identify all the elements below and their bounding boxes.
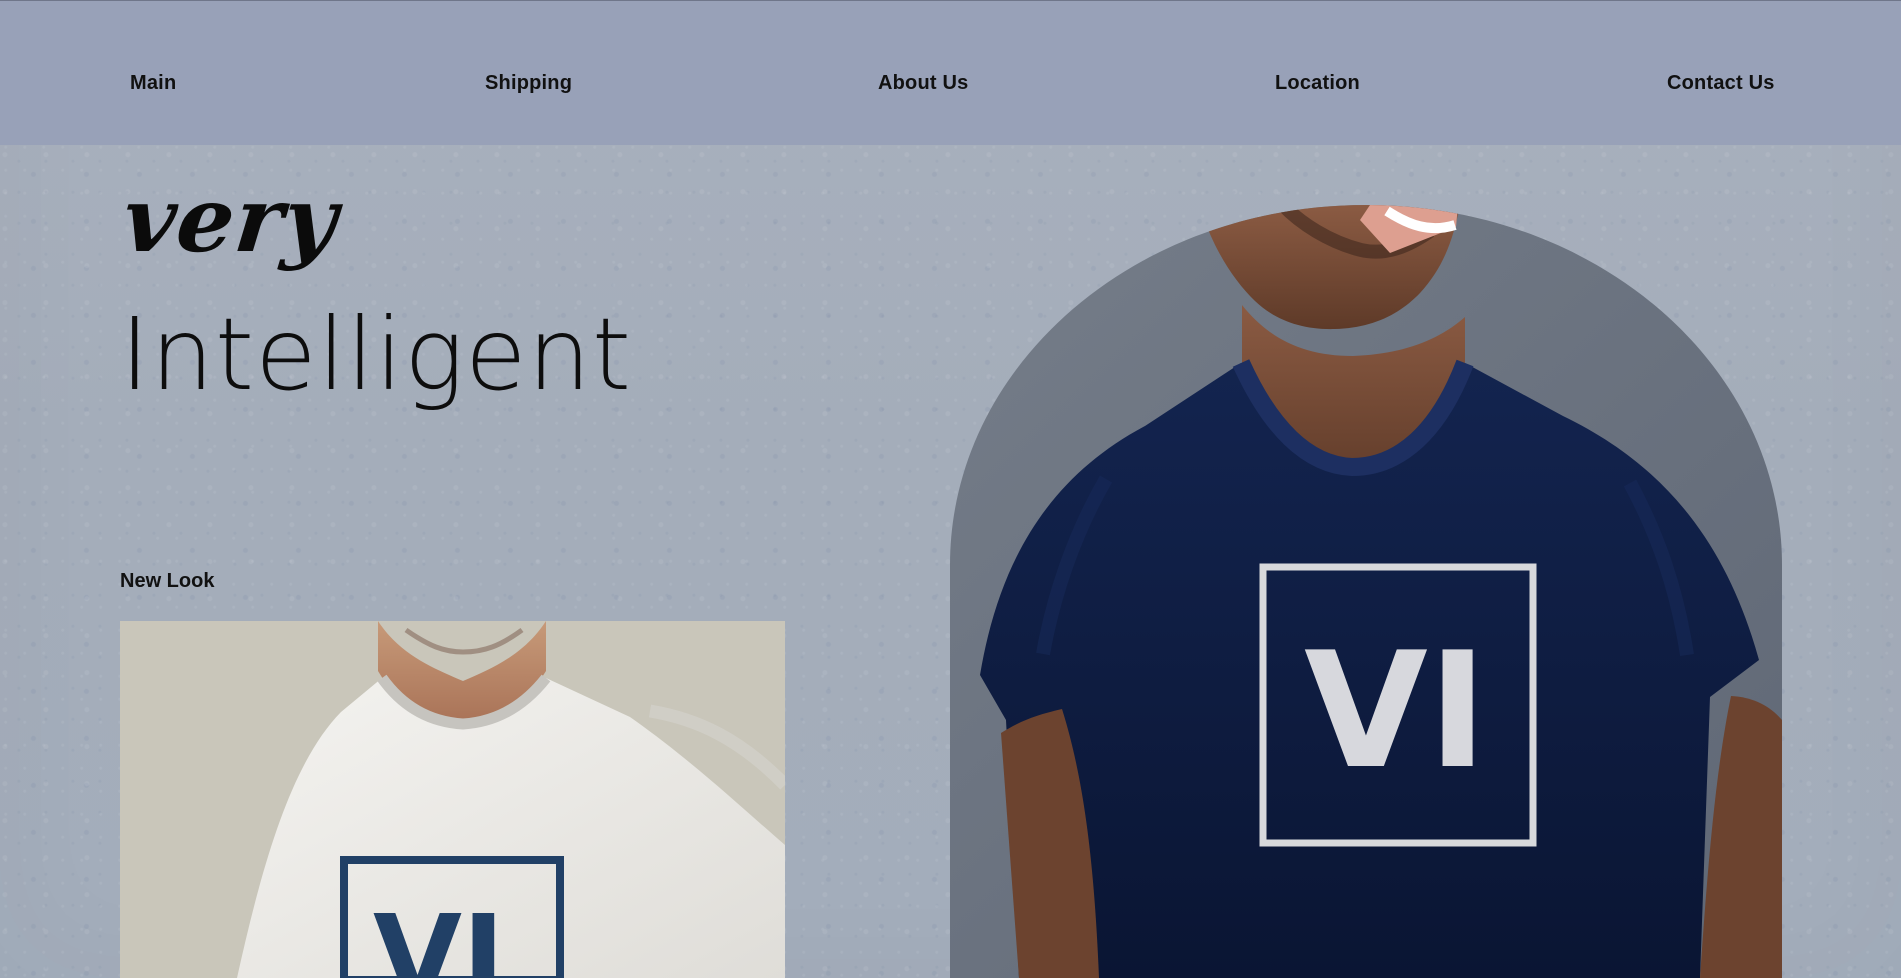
white-tshirt-image: VI <box>120 621 785 978</box>
hero-title-main: Intelligent <box>120 296 633 413</box>
top-navigation: Main Shipping About Us Location Contact … <box>0 0 1901 145</box>
navy-shirt-logo: VI <box>1304 617 1487 804</box>
nav-contact-us[interactable]: Contact Us <box>1667 71 1775 95</box>
nav-shipping[interactable]: Shipping <box>485 71 572 95</box>
white-shirt-logo: VI <box>373 891 505 978</box>
navy-tshirt-illustration: VI <box>950 205 1782 978</box>
nav-location[interactable]: Location <box>1275 71 1360 95</box>
nav-main[interactable]: Main <box>130 71 176 95</box>
hero-title-script: very <box>118 167 343 273</box>
navy-tshirt-hero-image: VI <box>950 205 1782 978</box>
nav-about-us[interactable]: About Us <box>878 71 968 95</box>
white-tshirt-illustration: VI <box>120 621 785 978</box>
new-look-label: New Look <box>120 570 215 592</box>
